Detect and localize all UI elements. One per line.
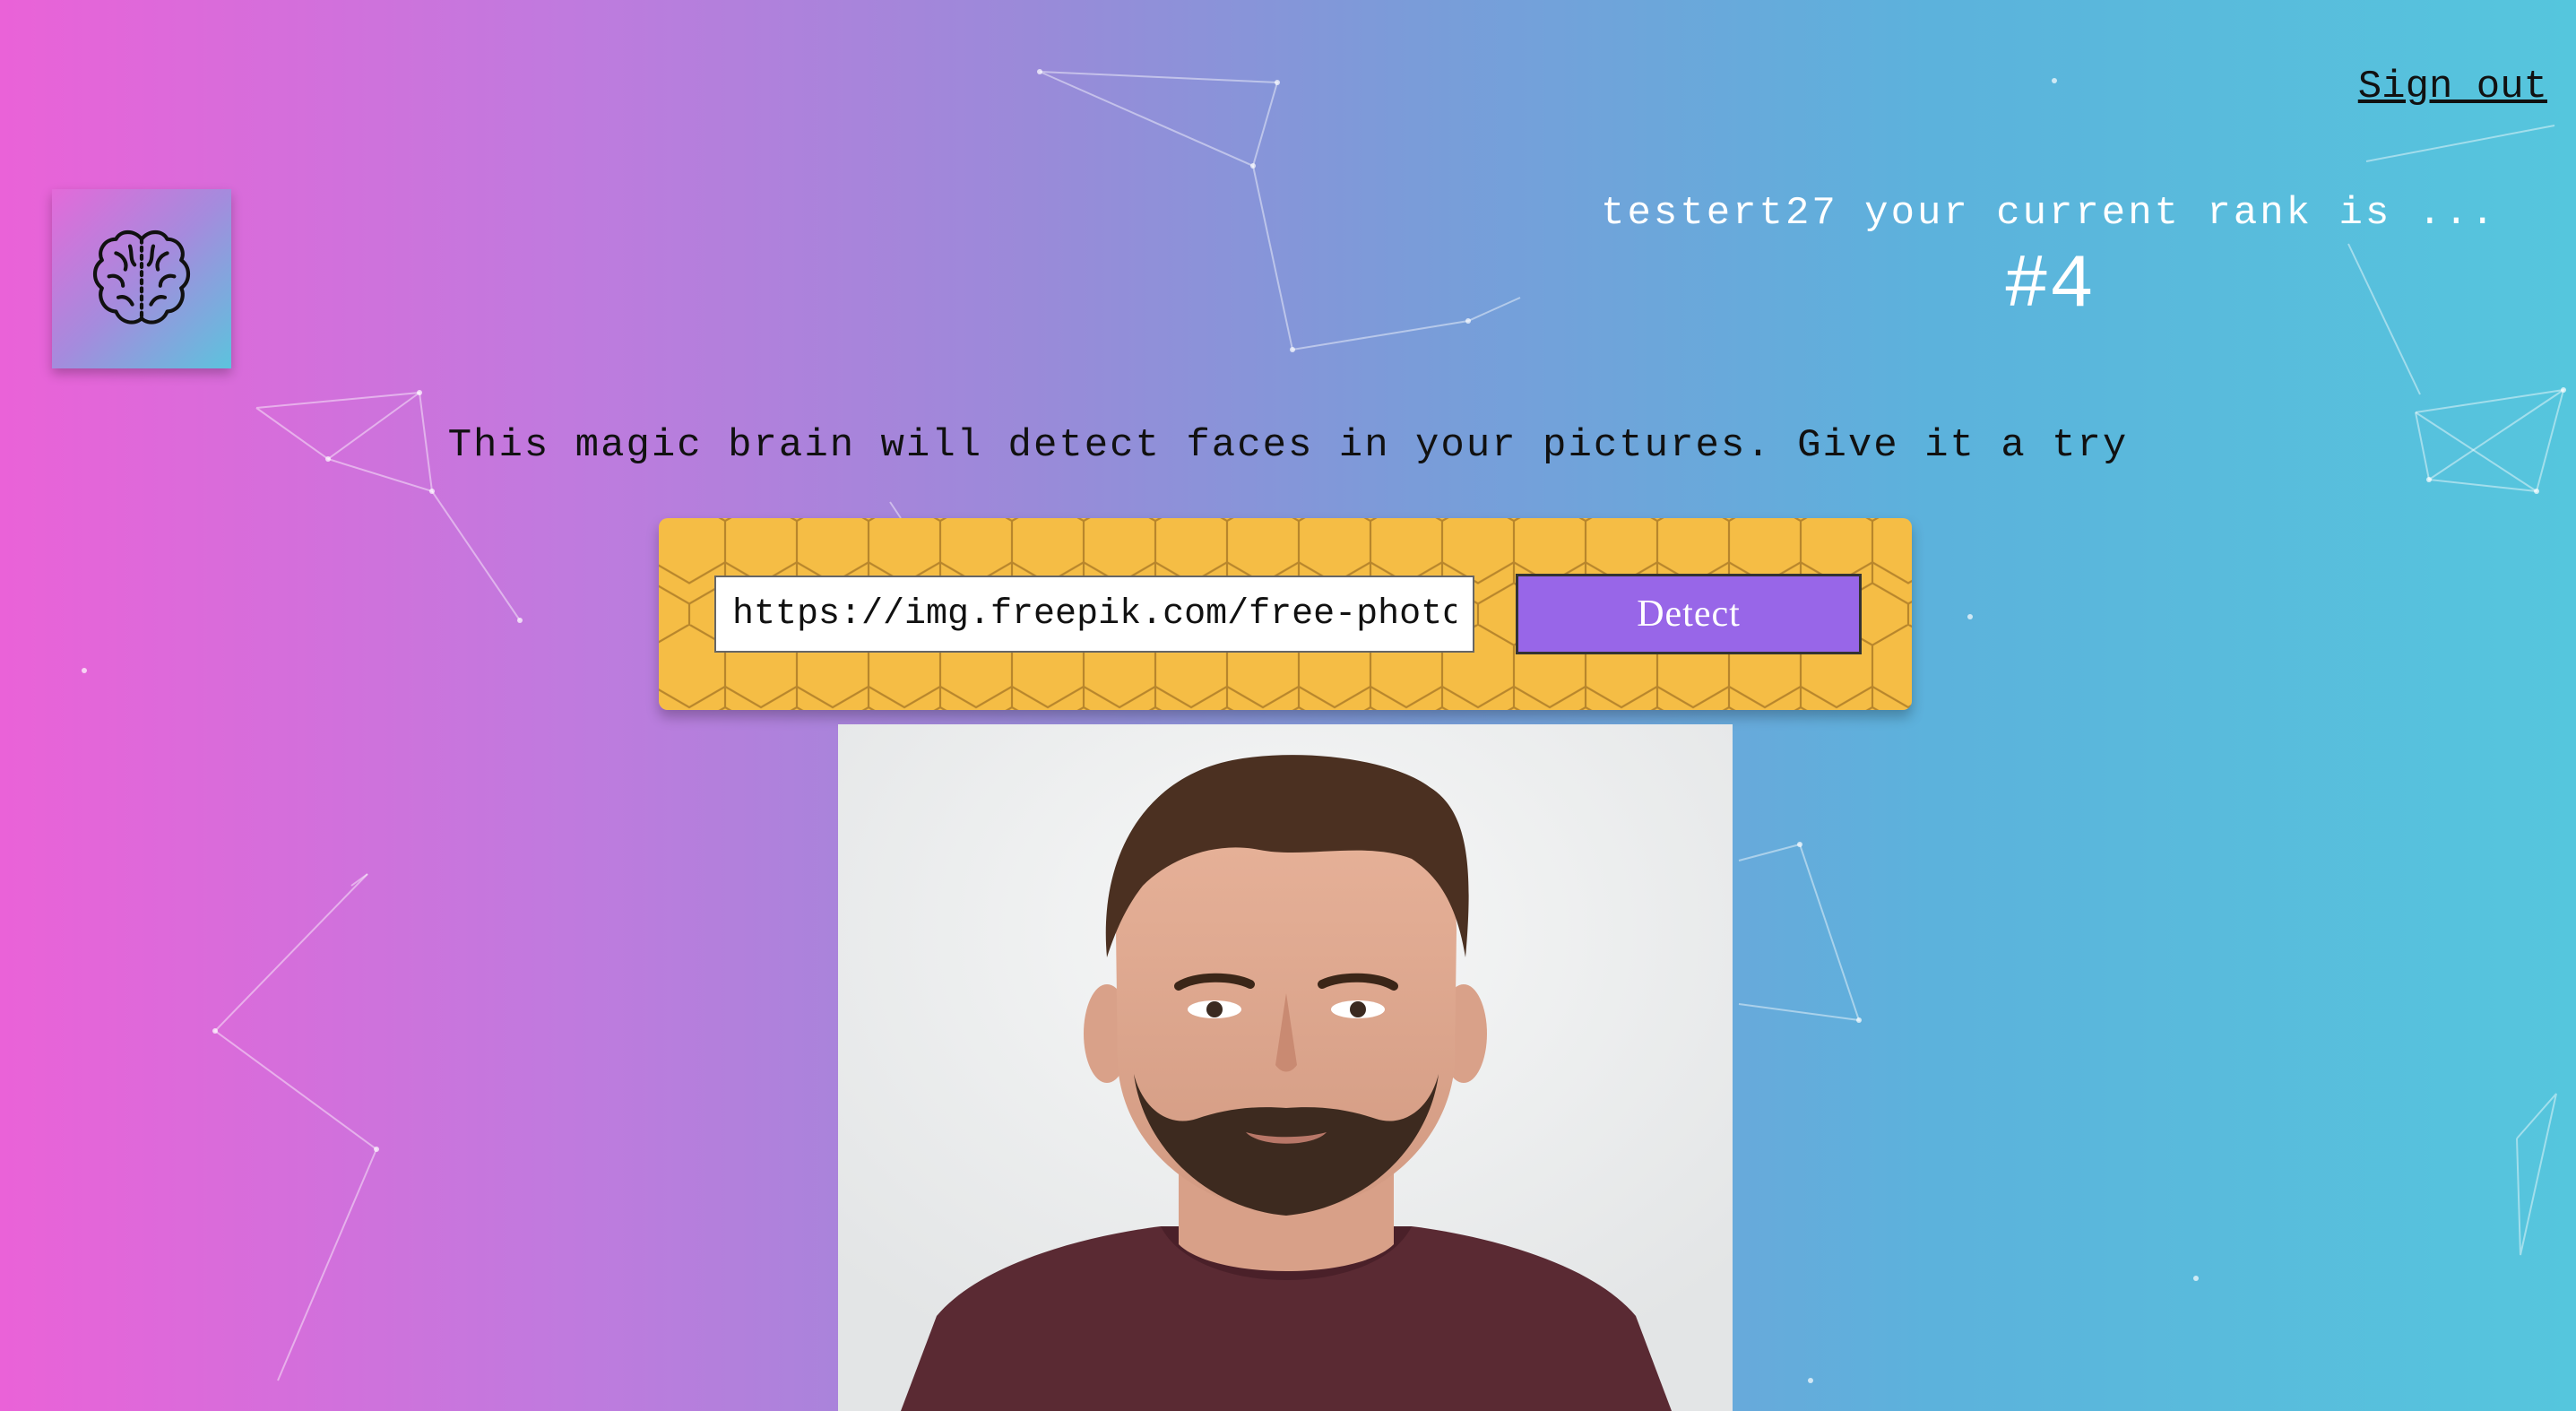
tagline: This magic brain will detect faces in yo… (447, 423, 2129, 468)
url-form-panel: Detect (659, 518, 1912, 710)
rank-text: testert27 your current rank is ... (1601, 191, 2497, 236)
rank-display: testert27 your current rank is ... #4 (1583, 188, 2515, 332)
logo (52, 189, 231, 368)
rank-value: #4 (2003, 244, 2095, 329)
detect-button[interactable]: Detect (1516, 574, 1862, 654)
sign-out-link[interactable]: Sign out (2358, 65, 2547, 109)
face-photo (838, 724, 1733, 1411)
image-url-input[interactable] (714, 576, 1474, 653)
brain-icon (92, 229, 191, 325)
